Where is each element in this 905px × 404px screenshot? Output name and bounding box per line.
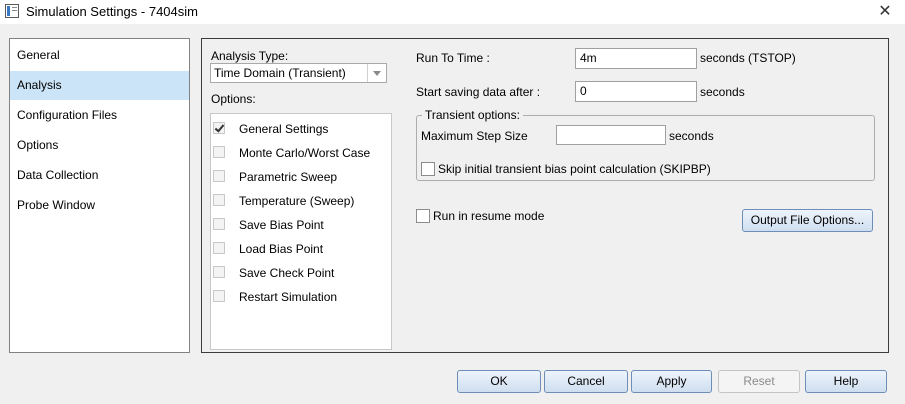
parametric-sweep-checkbox[interactable]	[213, 170, 225, 182]
nav-item-general[interactable]: General	[10, 41, 189, 70]
start-saving-unit: seconds	[700, 85, 745, 99]
nav-item-configuration-files[interactable]: Configuration Files	[10, 101, 189, 130]
start-saving-input[interactable]: 0	[575, 81, 697, 102]
option-monte-carlo[interactable]: Monte Carlo/Worst Case	[211, 143, 391, 163]
reset-button: Reset	[718, 370, 800, 393]
resume-mode-label: Run in resume mode	[433, 209, 545, 223]
settings-nav: General Analysis Configuration Files Opt…	[9, 38, 190, 353]
option-label: Restart Simulation	[239, 290, 338, 304]
run-to-time-label: Run To Time :	[416, 51, 490, 65]
option-label: Temperature (Sweep)	[239, 194, 355, 208]
options-list: General Settings Monte Carlo/Worst Case …	[210, 113, 392, 350]
option-save-bias-point[interactable]: Save Bias Point	[211, 215, 391, 235]
option-label: Monte Carlo/Worst Case	[239, 146, 371, 160]
run-to-time-input[interactable]: 4m	[575, 48, 697, 69]
option-load-bias-point[interactable]: Load Bias Point	[211, 239, 391, 259]
option-label: Save Bias Point	[239, 218, 324, 232]
restart-simulation-checkbox[interactable]	[213, 290, 225, 302]
option-label: Parametric Sweep	[239, 170, 338, 184]
help-button[interactable]: Help	[805, 370, 887, 393]
option-temperature-sweep[interactable]: Temperature (Sweep)	[211, 191, 391, 211]
nav-item-analysis[interactable]: Analysis	[10, 71, 189, 100]
option-label: General Settings	[239, 122, 329, 136]
monte-carlo-checkbox[interactable]	[213, 146, 225, 158]
app-icon	[5, 4, 19, 18]
apply-button[interactable]: Apply	[631, 370, 712, 393]
option-save-check-point[interactable]: Save Check Point	[211, 263, 391, 283]
max-step-label: Maximum Step Size	[421, 129, 528, 143]
option-general-settings[interactable]: General Settings	[211, 119, 391, 139]
save-bias-point-checkbox[interactable]	[213, 218, 225, 230]
analysis-type-value: Time Domain (Transient)	[214, 66, 346, 80]
option-restart-simulation[interactable]: Restart Simulation	[211, 287, 391, 307]
max-step-unit: seconds	[669, 129, 714, 143]
nav-item-probe-window[interactable]: Probe Window	[10, 191, 189, 220]
start-saving-label: Start saving data after :	[416, 85, 541, 99]
max-step-input[interactable]	[556, 125, 666, 145]
nav-item-data-collection[interactable]: Data Collection	[10, 161, 189, 190]
load-bias-point-checkbox[interactable]	[213, 242, 225, 254]
ok-button[interactable]: OK	[457, 370, 541, 393]
option-label: Load Bias Point	[239, 242, 324, 256]
analysis-type-label: Analysis Type:	[211, 49, 289, 63]
transient-options-legend: Transient options:	[422, 108, 523, 122]
nav-item-options[interactable]: Options	[10, 131, 189, 160]
analysis-type-select[interactable]: Time Domain (Transient)	[210, 63, 387, 83]
cancel-button[interactable]: Cancel	[544, 370, 628, 393]
resume-mode-checkbox[interactable]	[416, 209, 430, 223]
save-check-point-checkbox[interactable]	[213, 266, 225, 278]
output-file-options-button[interactable]: Output File Options...	[742, 209, 873, 232]
skipbp-checkbox[interactable]	[421, 162, 435, 176]
option-label: Save Check Point	[239, 266, 335, 280]
option-parametric-sweep[interactable]: Parametric Sweep	[211, 167, 391, 187]
window-title: Simulation Settings - 7404sim	[26, 4, 198, 19]
chevron-down-icon[interactable]	[367, 64, 386, 82]
general-settings-checkbox[interactable]	[213, 122, 225, 134]
run-to-time-unit: seconds (TSTOP)	[700, 51, 796, 65]
temperature-sweep-checkbox[interactable]	[213, 194, 225, 206]
close-icon[interactable]: ✕	[876, 3, 894, 21]
skipbp-label: Skip initial transient bias point calcul…	[438, 162, 711, 176]
options-label: Options:	[211, 92, 256, 106]
